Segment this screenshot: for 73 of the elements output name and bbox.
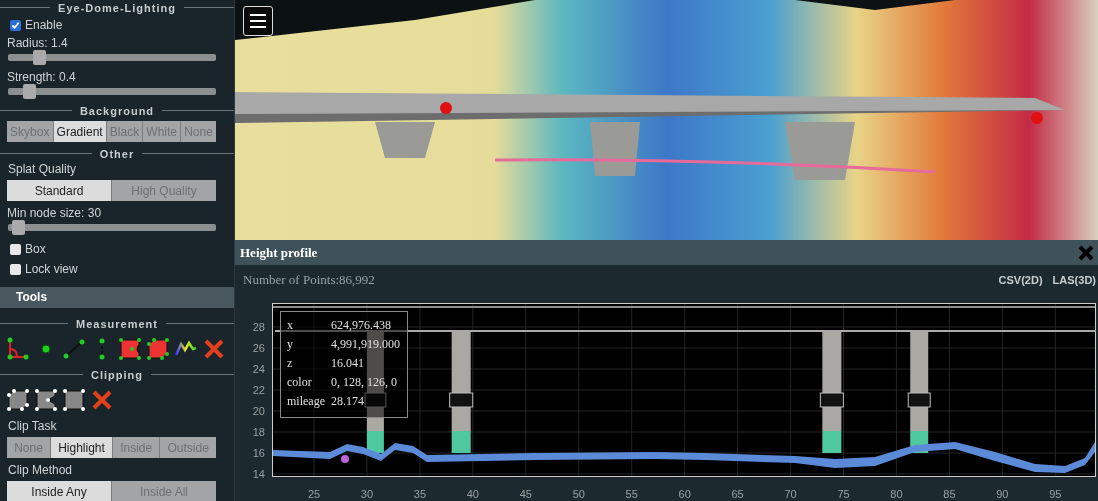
field-label: Clip Task: [7, 418, 58, 434]
distance-icon[interactable]: [62, 337, 86, 361]
panel-title: Height profile: [240, 244, 318, 261]
tooltip-value: 0, 128, 126, 0: [331, 375, 397, 391]
point-cloud-render[interactable]: [235, 0, 1098, 240]
x-axis-label: 65: [731, 488, 744, 500]
enable-checkbox[interactable]: [10, 19, 21, 31]
y-axis-label: 28: [252, 321, 265, 333]
section-heading: Background: [79, 104, 155, 117]
field-label: Splat Quality: [7, 161, 78, 177]
slider-thumb[interactable]: [12, 220, 26, 235]
background-option[interactable]: Gradient: [53, 121, 107, 142]
point-count: Number of Points:86,992: [243, 272, 375, 288]
volume-icon[interactable]: [146, 337, 170, 361]
y-axis-label: 18: [252, 426, 265, 438]
checkbox-label: Enable: [25, 18, 63, 32]
remove-icon[interactable]: [90, 388, 114, 412]
checkbox-label: Lock view: [25, 262, 78, 276]
slider-label: Radius: 1.4: [6, 35, 69, 51]
slider-label: Strength: 0.4: [6, 69, 77, 85]
tooltip-value: 28.174: [331, 394, 364, 410]
field-label: Clip Method: [7, 462, 74, 478]
tooltip-value: 4,991,919.000: [331, 337, 400, 353]
y-axis-label: 22: [252, 384, 265, 396]
y-axis-label: 26: [252, 342, 265, 354]
x-axis-label: 40: [466, 488, 479, 500]
x-axis-label: 25: [307, 488, 321, 500]
section-heading: Other: [99, 147, 135, 160]
section-heading: Clipping: [91, 368, 143, 381]
section-heading: Measurement: [76, 317, 158, 330]
export-link[interactable]: LAS(3D): [1052, 274, 1096, 286]
checkbox[interactable]: [10, 243, 21, 255]
tooltip-key: y: [287, 337, 331, 356]
remove-icon[interactable]: [202, 337, 226, 361]
tooltip-key: color: [287, 375, 331, 394]
close-icon: [1078, 244, 1094, 261]
y-axis-label: 20: [252, 405, 265, 417]
slider-label: Min node size: 30: [6, 205, 103, 221]
splat-quality-option[interactable]: Standard: [7, 180, 112, 201]
angle-icon[interactable]: [6, 337, 30, 361]
clip-task-option[interactable]: Highlight: [51, 437, 113, 458]
checkbox[interactable]: [10, 263, 21, 275]
x-axis-label: 35: [413, 488, 426, 500]
menu-button[interactable]: [243, 6, 273, 36]
tools-header[interactable]: Tools: [0, 287, 234, 308]
x-axis-label: 75: [837, 488, 850, 500]
clip-box-icon[interactable]: [62, 388, 86, 412]
clip-method-option[interactable]: Inside Any: [7, 481, 112, 501]
x-axis-label: 85: [943, 488, 956, 500]
x-axis-label: 50: [572, 488, 585, 500]
tooltip-key: mileage: [287, 394, 331, 413]
tooltip-value: 624,976.438: [331, 318, 391, 334]
x-axis-label: 60: [678, 488, 691, 500]
slider-thumb[interactable]: [33, 50, 47, 65]
close-button[interactable]: [1078, 244, 1094, 261]
checkbox-label: Box: [25, 242, 46, 256]
y-axis-label: 24: [252, 363, 265, 375]
y-axis-label: 16: [252, 447, 265, 459]
x-axis-label: 90: [996, 488, 1009, 500]
export-link[interactable]: CSV(2D): [998, 274, 1043, 286]
tooltip-key: z: [287, 356, 331, 375]
x-axis-label: 95: [1049, 488, 1062, 500]
x-axis-label: 30: [360, 488, 374, 500]
tooltip-key: x: [287, 318, 331, 337]
menu-icon: [249, 13, 267, 29]
x-axis-label: 55: [625, 488, 638, 500]
x-axis-label: 70: [784, 488, 797, 500]
slider-thumb[interactable]: [22, 84, 36, 99]
x-axis-label: 80: [890, 488, 903, 500]
section-heading: Eye-Dome-Lighting: [58, 1, 176, 14]
x-axis-label: 45: [519, 488, 532, 500]
tooltip-value: 16.041: [331, 356, 364, 372]
y-axis-label: 14: [252, 468, 265, 480]
